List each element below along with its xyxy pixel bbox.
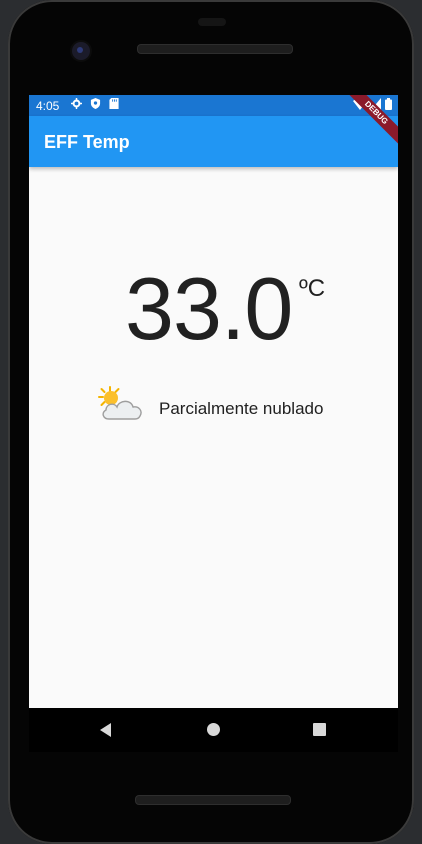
shield-icon xyxy=(90,98,101,109)
recents-square-icon[interactable] xyxy=(313,723,326,736)
bottom-speaker-grille xyxy=(135,795,291,805)
weather-condition-row xyxy=(95,385,147,425)
temperature-value: 33.0 xyxy=(125,259,293,358)
status-time: 4:05 xyxy=(36,99,60,113)
battery-icon xyxy=(385,98,392,110)
temperature-unit: ºC xyxy=(299,275,326,302)
back-triangle-icon[interactable] xyxy=(99,723,113,737)
top-speaker-grille xyxy=(137,44,293,54)
front-camera-icon xyxy=(72,42,90,60)
app-bar: EFF Temp xyxy=(29,116,398,167)
weather-condition-text: Parcialmente nublado xyxy=(159,399,324,418)
home-circle-icon[interactable] xyxy=(207,723,220,736)
status-bar: 4:05 xyxy=(29,95,398,116)
sd-card-icon xyxy=(109,98,119,109)
settings-icon xyxy=(71,98,82,109)
app-screen: 4:05 EFF Temp DEBUG 33.0 ºC Parcialmente… xyxy=(29,95,398,708)
partly-cloudy-icon xyxy=(98,386,142,420)
status-notification-icons xyxy=(71,98,119,109)
app-title: EFF Temp xyxy=(44,132,130,152)
earpiece xyxy=(198,18,226,26)
android-navigation-bar xyxy=(29,708,398,752)
